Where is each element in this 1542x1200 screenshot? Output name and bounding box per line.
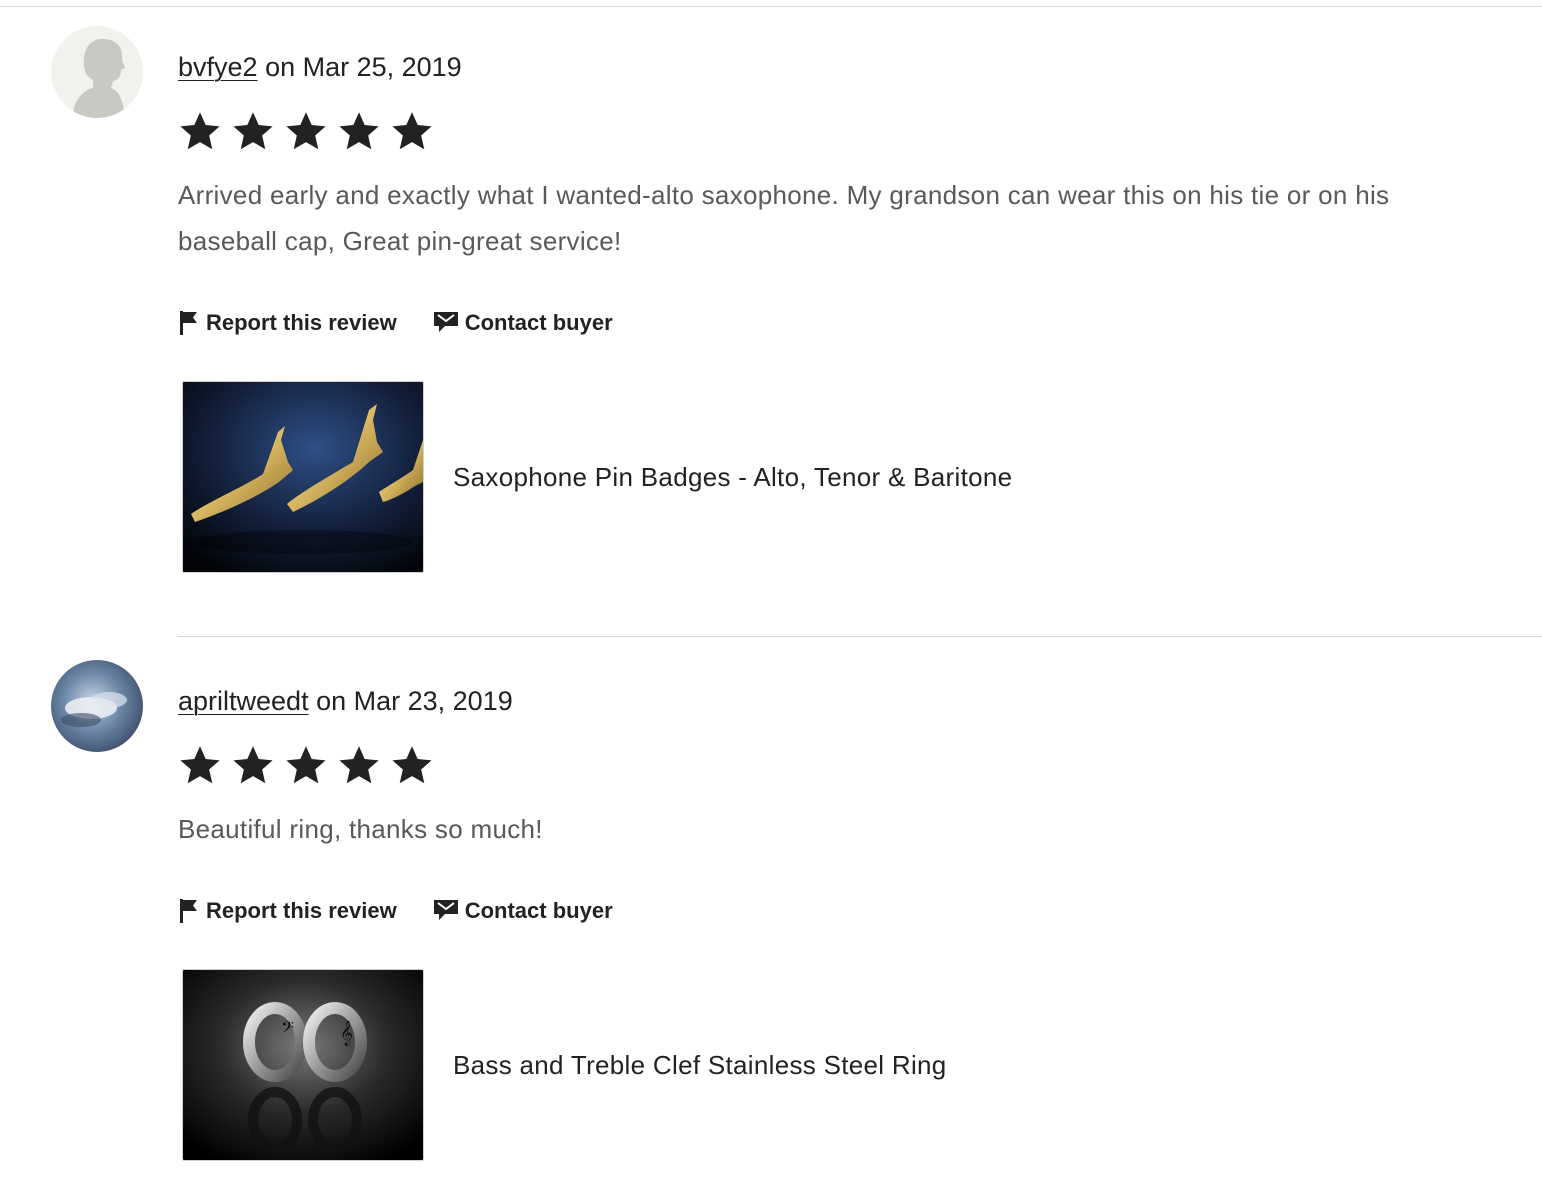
report-review-label: Report this review bbox=[206, 310, 397, 335]
contact-buyer-button[interactable]: Contact buyer bbox=[433, 308, 613, 338]
review-divider bbox=[178, 636, 1542, 637]
reviewed-listing[interactable]: 𝄢 𝄞 Bass and Treble Clef Stainless Steel… bbox=[182, 969, 947, 1161]
listing-title-link[interactable]: Bass and Treble Clef Stainless Steel Rin… bbox=[453, 1050, 947, 1081]
reviewed-listing[interactable]: Saxophone Pin Badges - Alto, Tenor & Bar… bbox=[182, 381, 1012, 573]
message-icon bbox=[433, 900, 458, 920]
report-review-label: Report this review bbox=[206, 898, 397, 923]
flag-icon bbox=[180, 899, 197, 923]
flag-icon bbox=[180, 311, 197, 335]
report-review-button[interactable]: Report this review bbox=[178, 308, 397, 338]
review-byline: bvfye2 on Mar 25, 2019 bbox=[178, 50, 462, 84]
review-actions: Report this review Contact buyer bbox=[178, 896, 613, 926]
star-icon bbox=[286, 746, 326, 784]
review-date: on Mar 25, 2019 bbox=[257, 52, 462, 82]
review-text: Beautiful ring, thanks so much! bbox=[178, 814, 543, 844]
star-icon bbox=[180, 746, 220, 784]
top-divider bbox=[0, 6, 1542, 7]
review-actions: Report this review Contact buyer bbox=[178, 308, 613, 338]
message-icon bbox=[433, 312, 458, 332]
star-icon bbox=[339, 746, 379, 784]
svg-text:𝄢: 𝄢 bbox=[281, 1017, 294, 1041]
star-icon bbox=[233, 746, 273, 784]
avatar[interactable] bbox=[51, 26, 143, 118]
clef-ring-image: 𝄢 𝄞 bbox=[183, 970, 423, 1160]
star-icon bbox=[392, 112, 432, 150]
default-person-avatar-icon bbox=[51, 26, 143, 118]
contact-buyer-button[interactable]: Contact buyer bbox=[433, 896, 613, 926]
star-rating bbox=[178, 744, 434, 788]
report-review-button[interactable]: Report this review bbox=[178, 896, 397, 926]
review-text: Arrived early and exactly what I wanted-… bbox=[178, 180, 1390, 256]
contact-buyer-label: Contact buyer bbox=[464, 310, 613, 335]
avatar[interactable] bbox=[51, 660, 143, 752]
svg-text:𝄞: 𝄞 bbox=[340, 1020, 353, 1046]
reviewer-username-link[interactable]: apriltweedt bbox=[178, 686, 309, 716]
contact-buyer-label: Contact buyer bbox=[464, 898, 613, 923]
listing-thumbnail[interactable] bbox=[182, 381, 424, 573]
listing-title-link[interactable]: Saxophone Pin Badges - Alto, Tenor & Bar… bbox=[453, 462, 1012, 493]
listing-thumbnail[interactable]: 𝄢 𝄞 bbox=[182, 969, 424, 1161]
star-icon bbox=[392, 746, 432, 784]
reviewer-username-link[interactable]: bvfye2 bbox=[178, 52, 258, 82]
star-icon bbox=[339, 112, 379, 150]
review-date: on Mar 23, 2019 bbox=[308, 686, 513, 716]
star-icon bbox=[233, 112, 273, 150]
saxophone-pins-image bbox=[183, 382, 423, 572]
star-rating bbox=[178, 110, 434, 154]
review-byline: apriltweedt on Mar 23, 2019 bbox=[178, 684, 513, 718]
sky-clouds-avatar-icon bbox=[51, 660, 143, 752]
star-icon bbox=[286, 112, 326, 150]
star-icon bbox=[180, 112, 220, 150]
